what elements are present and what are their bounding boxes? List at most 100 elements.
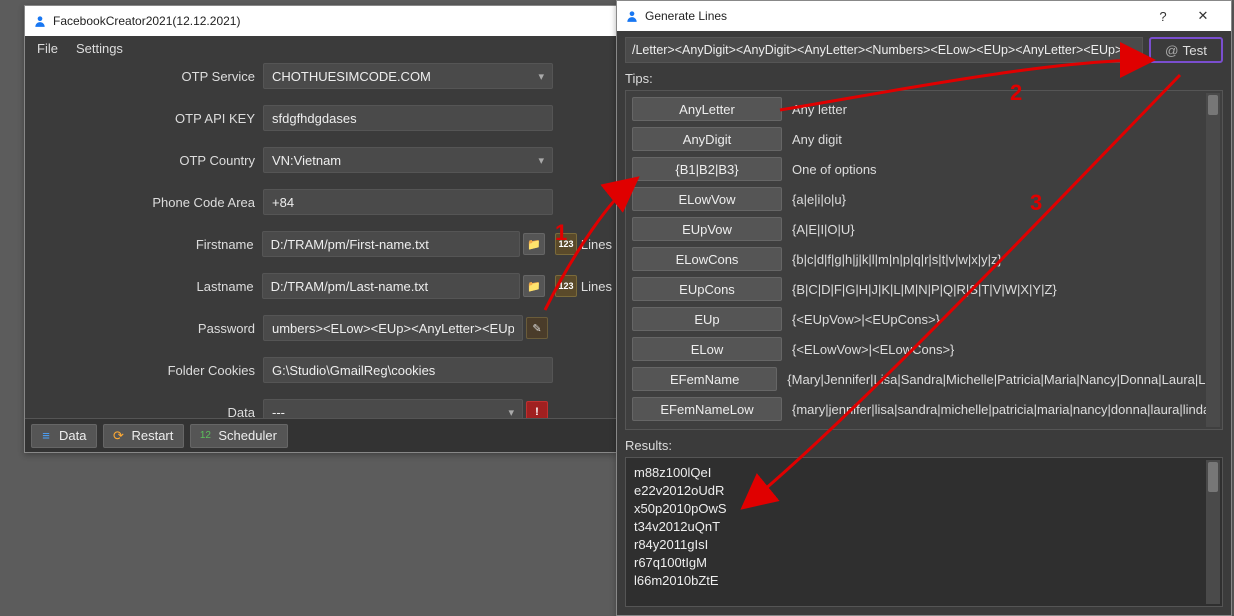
lastname-input[interactable] (262, 273, 521, 299)
otp-service-select[interactable]: CHOTHUESIMCODE.COM (263, 63, 553, 89)
tip-description: Any digit (792, 132, 842, 147)
result-line: r84y2011gIsI (634, 536, 1214, 554)
lines-lastname-button[interactable]: 123 (555, 275, 577, 297)
scheduler-button-label: Scheduler (218, 428, 277, 443)
results-scrollbar[interactable] (1206, 460, 1220, 604)
data-value: --- (272, 405, 285, 419)
tip-button-eup[interactable]: EUp (632, 307, 782, 331)
test-button[interactable]: @ Test (1149, 37, 1223, 63)
password-label: Password (25, 321, 263, 336)
folder-cookies-input[interactable] (263, 357, 553, 383)
tip-row: EFemNameLow {mary|jennifer|lisa|sandra|mi… (632, 397, 1216, 421)
tip-button-efemname[interactable]: EFemName (632, 367, 777, 391)
tip-button-eupvow[interactable]: EUpVow (632, 217, 782, 241)
otp-service-value: CHOTHUESIMCODE.COM (272, 69, 431, 84)
tip-description: One of options (792, 162, 877, 177)
folder-cookies-label: Folder Cookies (25, 363, 263, 378)
close-icon: ✕ (1198, 8, 1209, 24)
results-box[interactable]: m88z100lQeIe22v2012oUdRx50p2010pOwSt34v2… (625, 457, 1223, 607)
tip-button-anyletter[interactable]: AnyLetter (632, 97, 782, 121)
tip-description: {Mary|Jennifer|Lisa|Sandra|Michelle|Patr… (787, 372, 1216, 387)
scheduler-button[interactable]: 12 Scheduler (190, 424, 288, 448)
tip-row: EUpVow {A|E|I|O|U} (632, 217, 1216, 241)
tip-button-eupcons[interactable]: EUpCons (632, 277, 782, 301)
warning-icon: ! (535, 406, 539, 418)
tip-row: ELowVow{a|e|i|o|u} (632, 187, 1216, 211)
browse-firstname-button[interactable]: 📁 (523, 233, 545, 255)
tips-label: Tips: (625, 71, 1223, 86)
results-label: Results: (625, 438, 1223, 453)
tip-description: {mary|jennifer|lisa|sandra|michelle|patr… (792, 402, 1210, 417)
window-title: Generate Lines (645, 9, 727, 23)
lines-firstname-button[interactable]: 123 (555, 233, 577, 255)
result-line: e22v2012oUdR (634, 482, 1214, 500)
result-line: m88z100lQeI (634, 464, 1214, 482)
titlebar[interactable]: Generate Lines ? ✕ (617, 1, 1231, 31)
result-line: r67q100tIgM (634, 554, 1214, 572)
app-icon (625, 9, 639, 23)
tip-row: ELow{<ELowVow>|<ELowCons>} (632, 337, 1216, 361)
numbers-icon: 123 (558, 239, 573, 249)
tip-button-elowcons[interactable]: ELowCons (632, 247, 782, 271)
lastname-lines-label: Lines (581, 279, 612, 294)
tip-button-elow[interactable]: ELow (632, 337, 782, 361)
titlebar[interactable]: FacebookCreator2021(12.12.2021) (25, 6, 616, 36)
help-button[interactable]: ? (1143, 2, 1183, 30)
otp-api-key-label: OTP API KEY (25, 111, 263, 126)
restart-icon: ⟳ (110, 428, 126, 444)
menu-file[interactable]: File (31, 39, 64, 58)
data-label: Data (25, 405, 263, 419)
numbers-icon: 123 (558, 281, 573, 291)
tip-row: ELowCons{b|c|d|f|g|h|j|k|l|m|n|p|q|r|s|t… (632, 247, 1216, 271)
firstname-lines-label: Lines (581, 237, 612, 252)
tip-button-elowvow[interactable]: ELowVow (632, 187, 782, 211)
pencil-icon: ✎ (532, 322, 541, 335)
tips-scrollbar[interactable] (1206, 93, 1220, 427)
data-select[interactable]: --- (263, 399, 523, 418)
result-line: t34v2012uQnT (634, 518, 1214, 536)
tip-button-b1b2b3[interactable]: {B1|B2|B3} (632, 157, 782, 181)
tip-button-anydigit[interactable]: AnyDigit (632, 127, 782, 151)
password-input[interactable] (263, 315, 523, 341)
result-line: x50p2010pOwS (634, 500, 1214, 518)
tip-description: {A|E|I|O|U} (792, 222, 855, 237)
tip-row: EUp{<EUpVow>|<EUpCons>} (632, 307, 1216, 331)
database-icon: ≡ (38, 428, 54, 444)
firstname-label: Firstname (25, 237, 262, 252)
phone-code-input[interactable] (263, 189, 553, 215)
folder-icon: 📁 (527, 238, 541, 251)
menubar: File Settings (25, 36, 616, 60)
browse-lastname-button[interactable]: 📁 (523, 275, 545, 297)
window-title: FacebookCreator2021(12.12.2021) (53, 14, 240, 28)
tip-description: Any letter (792, 102, 847, 117)
data-button-label: Data (59, 428, 86, 443)
restart-button[interactable]: ⟳ Restart (103, 424, 184, 448)
generate-lines-window: Generate Lines ? ✕ /Letter><AnyDigit><An… (616, 0, 1232, 616)
form-area: OTP Service CHOTHUESIMCODE.COM OTP API K… (25, 60, 616, 418)
tip-row: EUpCons{B|C|D|F|G|H|J|K|L|M|N|P|Q|R|S|T|… (632, 277, 1216, 301)
close-button[interactable]: ✕ (1183, 2, 1223, 30)
otp-country-select[interactable]: VN:Vietnam (263, 147, 553, 173)
otp-country-value: VN:Vietnam (272, 153, 341, 168)
tip-button-efemnamelow[interactable]: EFemNameLow (632, 397, 782, 421)
bottom-toolbar: ≡ Data ⟳ Restart 12 Scheduler (25, 418, 616, 452)
app-icon (33, 14, 47, 28)
tips-panel: AnyLetter Any letter AnyDigit Any digit {B1|… (625, 90, 1223, 430)
tip-row: AnyDigit Any digit (632, 127, 1216, 151)
tip-row: {B1|B2|B3} One of options (632, 157, 1216, 181)
scrollbar-thumb[interactable] (1208, 462, 1218, 492)
menu-settings[interactable]: Settings (70, 39, 129, 58)
test-button-label: Test (1183, 43, 1207, 58)
edit-password-button[interactable]: ✎ (526, 317, 548, 339)
data-warning-button[interactable]: ! (526, 401, 548, 418)
phone-code-label: Phone Code Area (25, 195, 263, 210)
firstname-input[interactable] (262, 231, 521, 257)
formula-value: /Letter><AnyDigit><AnyDigit><AnyLetter><… (632, 43, 1122, 57)
data-button[interactable]: ≡ Data (31, 424, 97, 448)
scrollbar-thumb[interactable] (1208, 95, 1218, 115)
otp-api-key-input[interactable] (263, 105, 553, 131)
at-icon: @ (1165, 43, 1179, 58)
otp-service-label: OTP Service (25, 69, 263, 84)
lastname-label: Lastname (25, 279, 262, 294)
formula-input[interactable]: /Letter><AnyDigit><AnyDigit><AnyLetter><… (625, 37, 1143, 63)
